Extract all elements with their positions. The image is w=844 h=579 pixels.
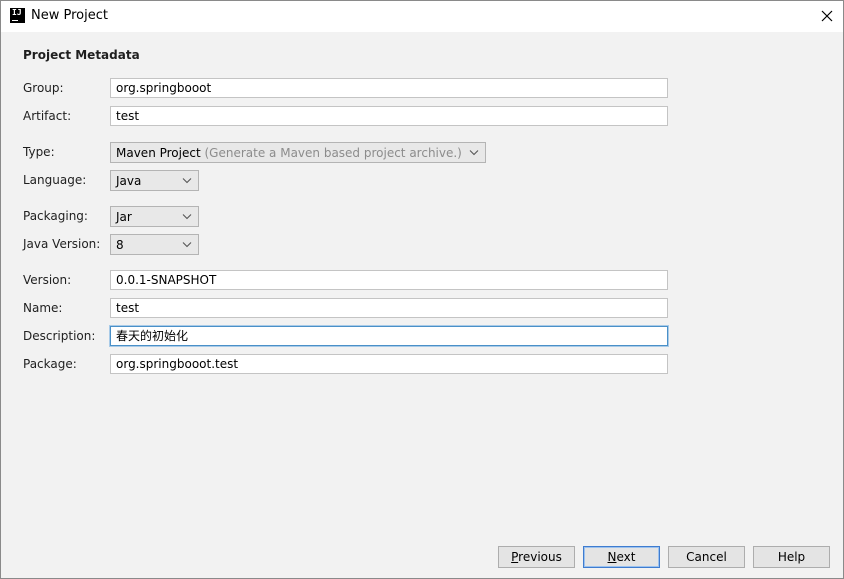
packaging-value: Jar bbox=[116, 210, 132, 224]
description-field[interactable]: 春天的初始化 bbox=[110, 326, 668, 346]
cancel-button[interactable]: Cancel bbox=[668, 546, 745, 568]
chevron-down-icon bbox=[182, 178, 192, 184]
type-hint: (Generate a Maven based project archive.… bbox=[204, 146, 462, 160]
close-button[interactable] bbox=[813, 1, 843, 32]
java-version-value: 8 bbox=[116, 238, 124, 252]
next-label: ext bbox=[616, 550, 636, 564]
java-version-label: Java Version: bbox=[23, 237, 101, 251]
name-field[interactable]: test bbox=[110, 298, 668, 318]
chevron-down-icon bbox=[469, 150, 479, 156]
next-button[interactable]: Next bbox=[583, 546, 660, 568]
type-dropdown[interactable]: Maven Project (Generate a Maven based pr… bbox=[110, 142, 486, 163]
next-mnemonic: N bbox=[607, 550, 617, 564]
language-value: Java bbox=[116, 174, 142, 188]
artifact-label: Artifact: bbox=[23, 109, 72, 123]
description-label: Description: bbox=[23, 329, 96, 343]
new-project-dialog: IJ New Project Project Metadata Group: o… bbox=[0, 0, 844, 579]
version-field[interactable]: 0.0.1-SNAPSHOT bbox=[110, 270, 668, 290]
artifact-field[interactable]: test bbox=[110, 106, 668, 126]
previous-label: revious bbox=[518, 550, 562, 564]
section-title: Project Metadata bbox=[23, 48, 140, 62]
window-title: New Project bbox=[31, 8, 108, 23]
chevron-down-icon bbox=[182, 242, 192, 248]
type-value: Maven Project bbox=[116, 146, 201, 160]
title-bar[interactable]: IJ New Project bbox=[1, 1, 843, 32]
language-dropdown[interactable]: Java bbox=[110, 170, 199, 191]
package-label: Package: bbox=[23, 357, 77, 371]
packaging-label: Packaging: bbox=[23, 209, 88, 223]
group-label: Group: bbox=[23, 81, 64, 95]
java-version-dropdown[interactable]: 8 bbox=[110, 234, 199, 255]
previous-button[interactable]: Previous bbox=[498, 546, 575, 568]
package-field[interactable]: org.springbooot.test bbox=[110, 354, 668, 374]
intellij-app-icon: IJ bbox=[10, 8, 25, 23]
version-label: Version: bbox=[23, 273, 72, 287]
chevron-down-icon bbox=[182, 214, 192, 220]
group-field[interactable]: org.springbooot bbox=[110, 78, 668, 98]
name-label: Name: bbox=[23, 301, 63, 315]
help-button[interactable]: Help bbox=[753, 546, 830, 568]
language-label: Language: bbox=[23, 173, 87, 187]
close-icon bbox=[821, 10, 833, 22]
type-label: Type: bbox=[23, 145, 55, 159]
packaging-dropdown[interactable]: Jar bbox=[110, 206, 199, 227]
